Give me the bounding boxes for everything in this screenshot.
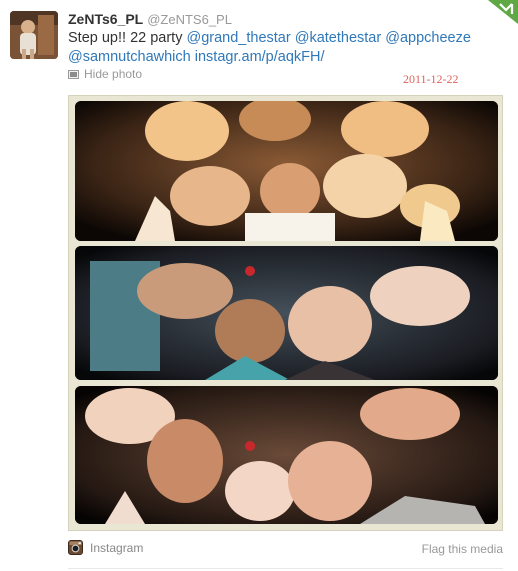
user-fullname[interactable]: ZeNTs6_PL <box>68 11 143 27</box>
user-handle[interactable]: @ZeNTS6_PL <box>147 12 232 27</box>
photo-strip-2 <box>75 246 498 380</box>
avatar[interactable] <box>10 11 58 59</box>
mention-link[interactable]: @samnutchawhich <box>68 49 191 65</box>
mention-link[interactable]: @katethestar <box>295 30 381 46</box>
corner-fold-icon[interactable] <box>482 0 518 24</box>
hide-photo-label[interactable]: Hide photo <box>84 67 142 81</box>
photo-strip-2-image <box>75 246 498 380</box>
instagram-source[interactable]: Instagram <box>68 540 143 555</box>
photo-strip-1 <box>75 101 498 241</box>
tweet-header: ZeNTs6_PL @ZeNTS6_PL <box>68 10 232 29</box>
instagram-label[interactable]: Instagram <box>90 541 143 555</box>
tweet-text-body: Step up!! 22 party <box>68 30 187 46</box>
divider <box>68 568 503 569</box>
instagram-url-link[interactable]: instagr.am/p/aqkFH/ <box>195 49 325 65</box>
hide-photo-toggle[interactable]: Hide photo <box>68 66 142 82</box>
photo-icon <box>68 69 79 79</box>
mention-link[interactable]: @appcheeze <box>385 30 471 46</box>
mention-link[interactable]: @grand_thestar <box>187 30 291 46</box>
instagram-icon <box>68 540 83 555</box>
instagram-photo[interactable] <box>68 95 503 531</box>
photo-strip-3 <box>75 386 498 524</box>
tweet-text: Step up!! 22 party @grand_thestar @katet… <box>68 29 498 66</box>
media-footer: Instagram Flag this media <box>68 540 503 558</box>
tweet-card: ZeNTs6_PL @ZeNTS6_PL Step up!! 22 party @… <box>0 0 518 571</box>
flag-media-link[interactable]: Flag this media <box>422 542 503 556</box>
photo-date-stamp: 2011-12-22 <box>403 72 459 86</box>
photo-strip-3-image <box>75 386 498 524</box>
photo-strip-1-image <box>75 101 498 241</box>
